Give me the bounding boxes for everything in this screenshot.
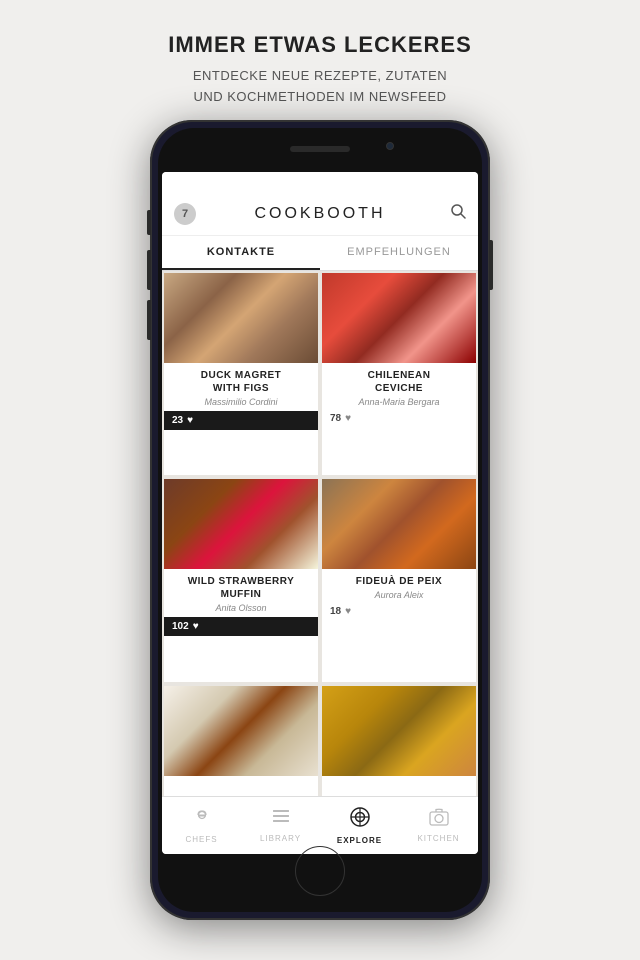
app-title: COOKBOOTH — [254, 205, 385, 223]
recipe-author-1: Massimilio Cordini — [172, 397, 310, 407]
kitchen-icon — [428, 808, 450, 831]
library-icon — [271, 808, 291, 831]
phone-screen: 7 COOKBOOTH KONTAKTE EMPFEHLUNGEN — [162, 172, 478, 854]
recipe-author-2: Anna-Maria Bergara — [330, 397, 468, 407]
nav-chefs[interactable]: CHEFS — [162, 807, 241, 844]
recipe-image-4 — [322, 479, 476, 569]
kitchen-label: KITCHEN — [417, 834, 459, 843]
recipe-title-1: DUCK MAGRETWITH FIGS — [172, 369, 310, 395]
recipe-grid: DUCK MAGRETWITH FIGS Massimilio Cordini … — [162, 271, 478, 823]
recipe-card-1[interactable]: DUCK MAGRETWITH FIGS Massimilio Cordini … — [164, 273, 318, 475]
recipe-info-3: WILD STRAWBERRYMUFFIN Anita Olsson — [164, 569, 318, 617]
phone-bezel: 7 COOKBOOTH KONTAKTE EMPFEHLUNGEN — [158, 128, 482, 912]
camera — [386, 142, 394, 150]
nav-explore[interactable]: EXPLORE — [320, 806, 399, 845]
phone-shell: 7 COOKBOOTH KONTAKTE EMPFEHLUNGEN — [150, 120, 490, 920]
explore-label: EXPLORE — [337, 836, 382, 845]
heart-icon-3: ♥ — [193, 621, 199, 632]
chefs-label: CHEFS — [185, 835, 217, 844]
recipe-likes-1: 23 ♥ — [164, 411, 318, 430]
power-button — [489, 240, 493, 290]
promo-title: IMMER ETWAS LECKERES — [60, 32, 580, 58]
tab-kontakte[interactable]: KONTAKTE — [162, 236, 320, 270]
recipe-title-3: WILD STRAWBERRYMUFFIN — [172, 575, 310, 601]
heart-icon-2: ♥ — [345, 413, 351, 424]
recipe-likes-2: 78 ♥ — [322, 411, 476, 426]
notification-badge[interactable]: 7 — [174, 203, 196, 225]
recipe-card-2[interactable]: CHILENEANCEVICHE Anna-Maria Bergara 78 ♥ — [322, 273, 476, 475]
recipe-title-2: CHILENEANCEVICHE — [330, 369, 468, 395]
app-header: 7 COOKBOOTH — [162, 192, 478, 236]
recipe-likes-3: 102 ♥ — [164, 617, 318, 636]
home-button[interactable] — [295, 846, 345, 896]
library-label: LIBRARY — [260, 834, 301, 843]
recipe-title-4: FIDEUÀ DE PEIX — [330, 575, 468, 588]
nav-kitchen[interactable]: KITCHEN — [399, 808, 478, 843]
chefs-icon — [192, 807, 212, 832]
recipe-image-3 — [164, 479, 318, 569]
promo-subtitle: ENTDECKE NEUE REZEPTE, ZUTATENUND KOCHME… — [60, 66, 580, 108]
recipe-image-6 — [322, 686, 476, 776]
tab-empfehlungen[interactable]: EMPFEHLUNGEN — [320, 236, 478, 270]
heart-icon-1: ♥ — [187, 415, 193, 426]
recipe-tabs: KONTAKTE EMPFEHLUNGEN — [162, 236, 478, 271]
volume-down-button — [147, 300, 151, 340]
recipe-image-2 — [322, 273, 476, 363]
recipe-image-1 — [164, 273, 318, 363]
promo-header: IMMER ETWAS LECKERES ENTDECKE NEUE REZEP… — [0, 0, 640, 128]
explore-icon — [349, 806, 371, 833]
recipe-info-2: CHILENEANCEVICHE Anna-Maria Bergara — [322, 363, 476, 411]
speaker — [290, 146, 350, 152]
nav-library[interactable]: LIBRARY — [241, 808, 320, 843]
recipe-info-1: DUCK MAGRETWITH FIGS Massimilio Cordini — [164, 363, 318, 411]
recipe-author-3: Anita Olsson — [172, 603, 310, 613]
search-icon[interactable] — [450, 203, 466, 224]
recipe-card-3[interactable]: WILD STRAWBERRYMUFFIN Anita Olsson 102 ♥ — [164, 479, 318, 681]
recipe-likes-4: 18 ♥ — [322, 604, 476, 619]
status-bar — [162, 172, 478, 192]
volume-up-button — [147, 250, 151, 290]
heart-icon-4: ♥ — [345, 606, 351, 617]
recipe-image-5 — [164, 686, 318, 776]
recipe-author-4: Aurora Aleix — [330, 590, 468, 600]
recipe-card-4[interactable]: FIDEUÀ DE PEIX Aurora Aleix 18 ♥ — [322, 479, 476, 681]
recipe-info-4: FIDEUÀ DE PEIX Aurora Aleix — [322, 569, 476, 604]
mute-button — [147, 210, 151, 235]
